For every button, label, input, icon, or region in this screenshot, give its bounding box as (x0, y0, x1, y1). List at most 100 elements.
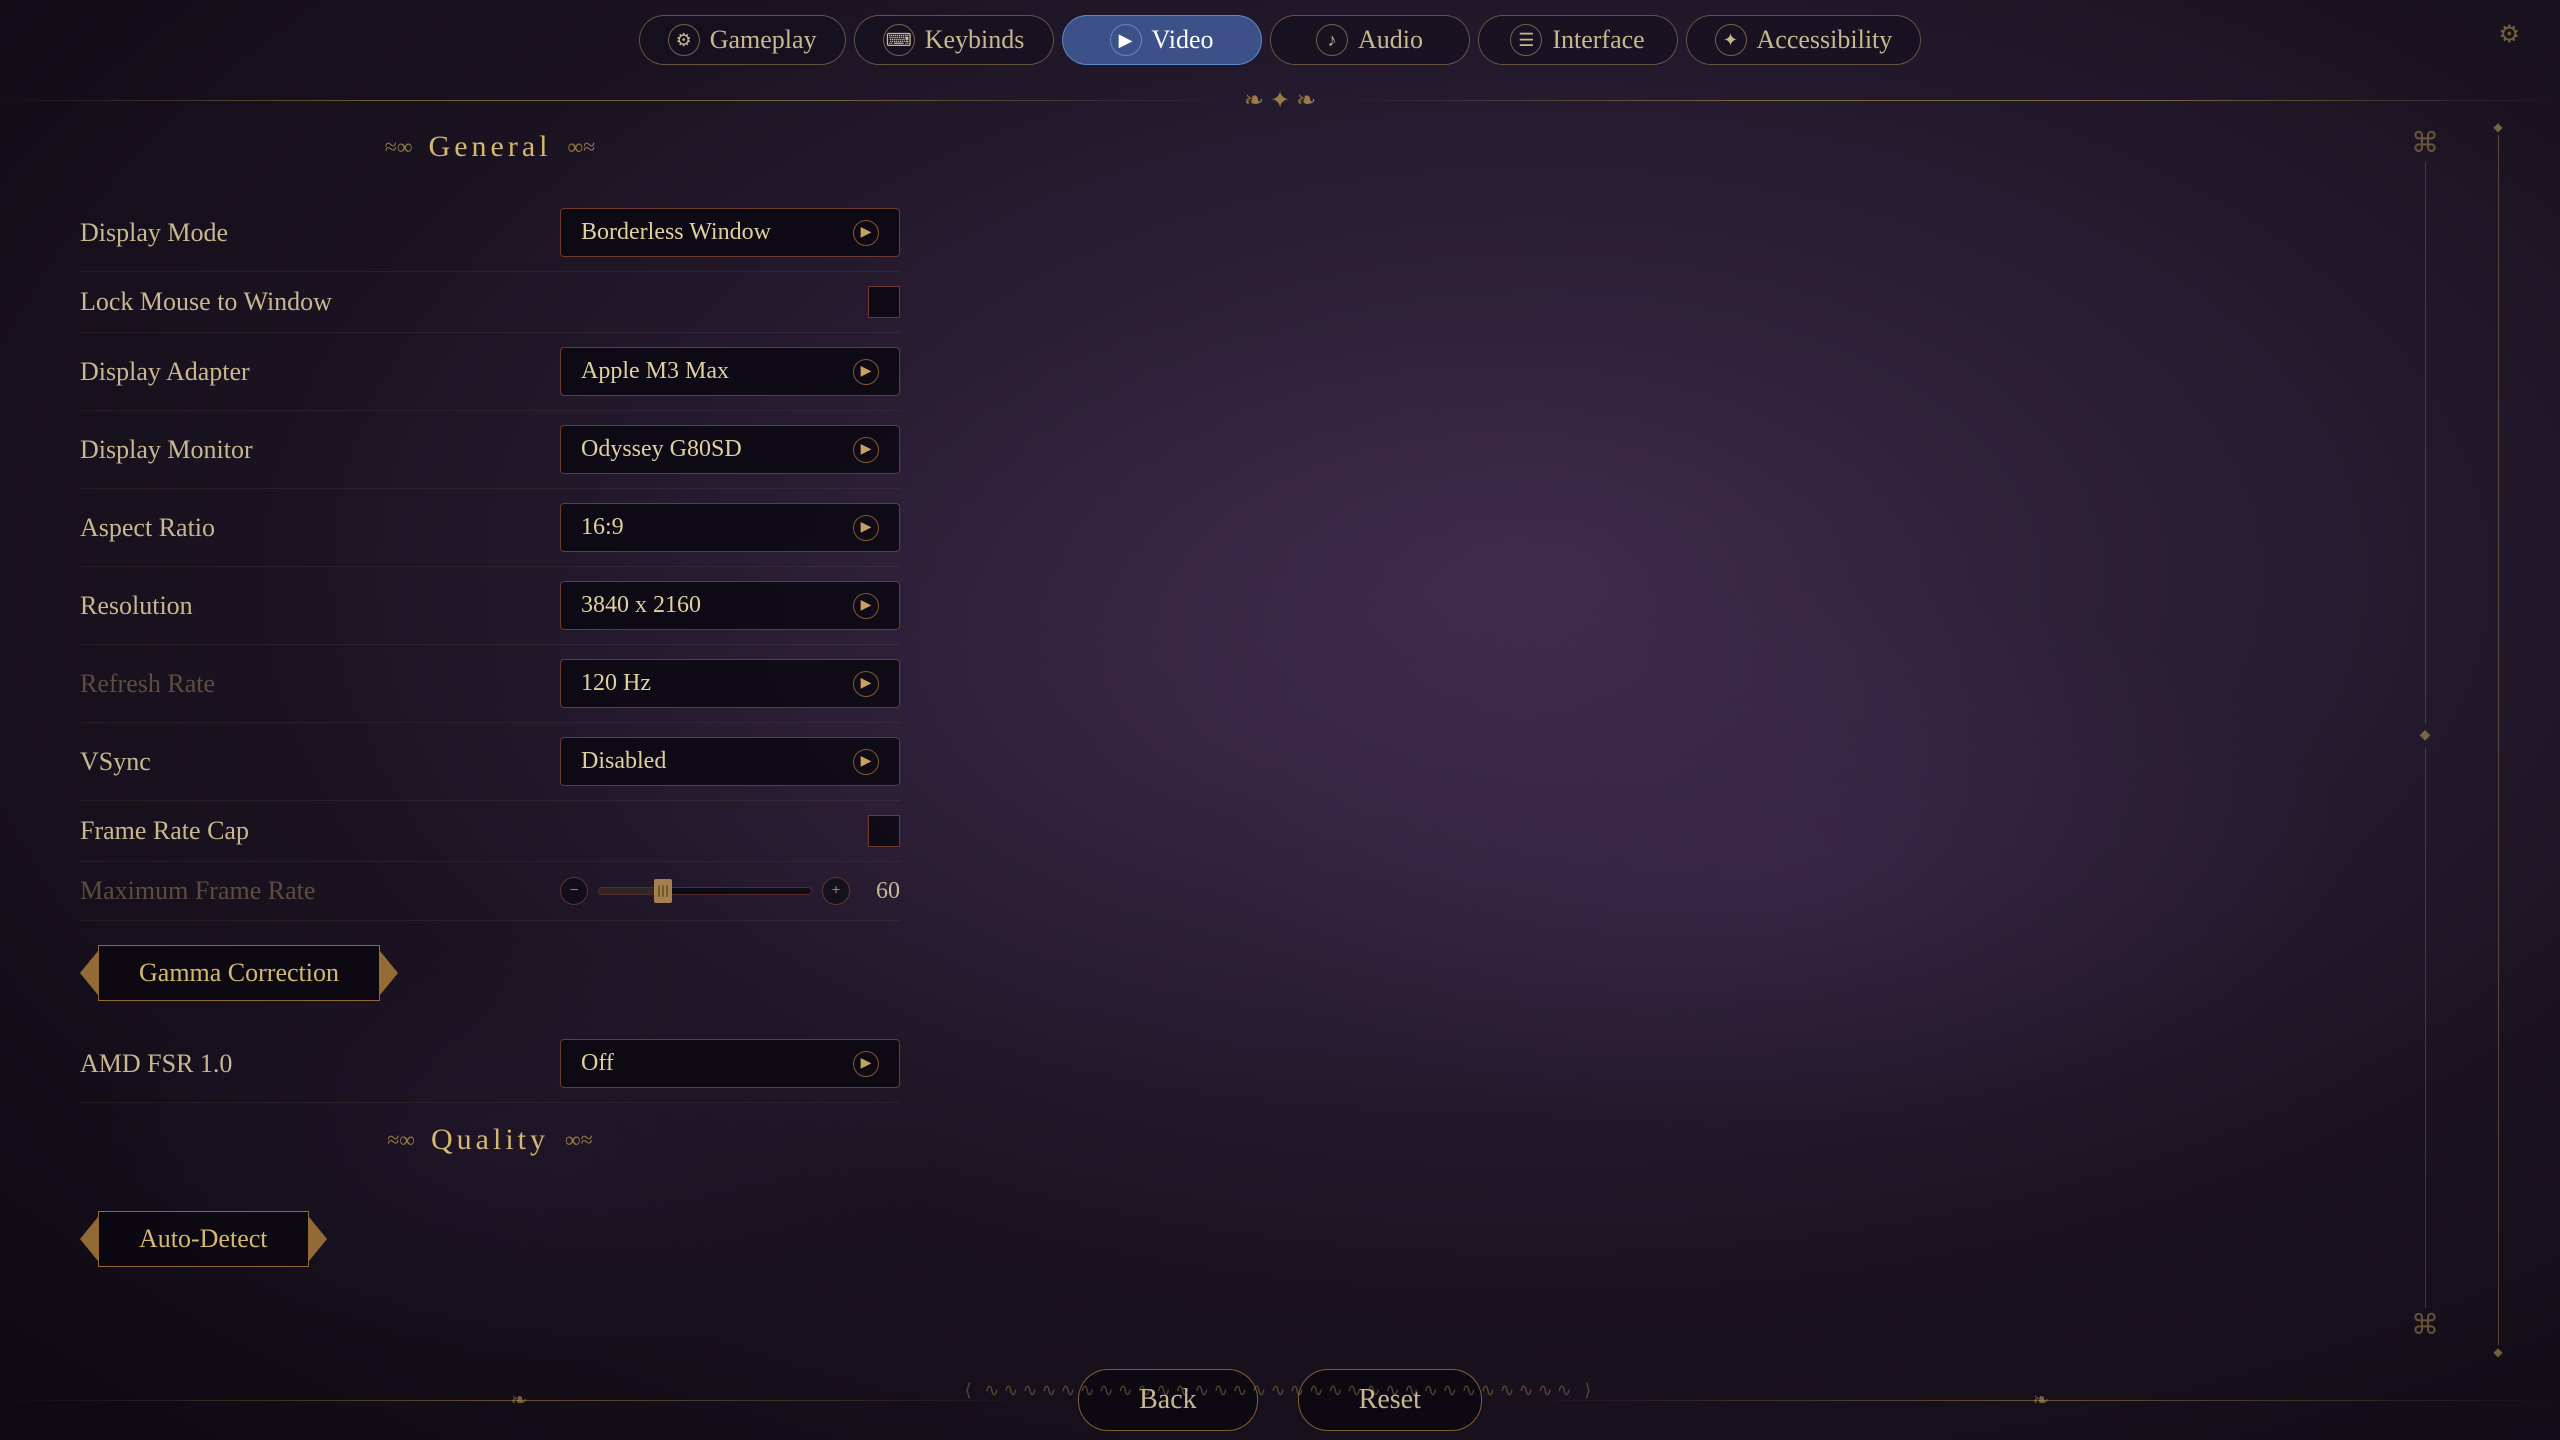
slider-line-3 (666, 885, 668, 897)
max-frame-rate-control: − + 60 (560, 877, 900, 905)
frame-rate-cap-control (560, 815, 900, 847)
display-mode-value: Borderless Window (581, 219, 771, 246)
amd-fsr-dropdown[interactable]: Off ▶ (560, 1039, 900, 1088)
vsync-control: Disabled ▶ (560, 737, 900, 786)
max-frame-rate-value: 60 (860, 878, 900, 905)
aspect-ratio-arrow: ▶ (853, 515, 879, 541)
gamma-correction-button[interactable]: Gamma Correction (98, 945, 380, 1001)
display-adapter-row: Display Adapter Apple M3 Max ▶ (80, 333, 900, 411)
separator-ornament: ❧ ✦ ❧ (1224, 86, 1336, 115)
resolution-control: 3840 x 2160 ▶ (560, 581, 900, 630)
quality-ornament-right: ∞≈ (565, 1127, 593, 1153)
ornament-diamond: ◆ (2420, 727, 2431, 744)
tab-interface[interactable]: ☰ Interface (1478, 15, 1678, 65)
slider-decrease-btn[interactable]: − (560, 877, 588, 905)
general-section-title: General (429, 130, 552, 164)
auto-detect-arrow-left (80, 1217, 98, 1261)
settings-container: ≈∞ General ∞≈ Display Mode Borderless Wi… (80, 130, 900, 1291)
refresh-rate-dropdown[interactable]: 120 Hz ▶ (560, 659, 900, 708)
resolution-dropdown[interactable]: 3840 x 2160 ▶ (560, 581, 900, 630)
amd-fsr-value: Off (581, 1050, 614, 1077)
aspect-ratio-value: 16:9 (581, 514, 624, 541)
display-monitor-row: Display Monitor Odyssey G80SD ▶ (80, 411, 900, 489)
ornament-top: ⌘ (2411, 130, 2439, 158)
resolution-arrow: ▶ (853, 593, 879, 619)
display-monitor-control: Odyssey G80SD ▶ (560, 425, 900, 474)
bottom-chain: ⟨ ∿∿∿∿∿∿∿∿∿∿∿∿∿∿∿∿∿∿∿∿∿∿∿∿∿∿∿∿∿∿∿ ⟩ (0, 1380, 2560, 1400)
gamma-correction-button-wrapper: Gamma Correction (80, 945, 398, 1001)
general-ornament-right: ∞≈ (567, 134, 595, 160)
video-icon: ▶ (1110, 24, 1142, 56)
ornament-bottom: ⌘ (2411, 1312, 2439, 1340)
ornament-line-bottom (2425, 748, 2426, 1309)
vsync-dropdown[interactable]: Disabled ▶ (560, 737, 900, 786)
aspect-ratio-label: Aspect Ratio (80, 513, 215, 543)
general-ornament-left: ≈∞ (385, 134, 413, 160)
top-separator: ❧ ✦ ❧ (0, 80, 2560, 120)
tab-video-label: Video (1152, 25, 1214, 55)
tab-accessibility[interactable]: ✦ Accessibility (1686, 15, 1922, 65)
lock-mouse-checkbox[interactable] (868, 286, 900, 318)
frame-rate-cap-label: Frame Rate Cap (80, 816, 249, 846)
slider-handle[interactable] (654, 879, 672, 903)
gamma-correction-row: Gamma Correction (80, 921, 900, 1025)
refresh-rate-control: 120 Hz ▶ (560, 659, 900, 708)
aspect-ratio-dropdown[interactable]: 16:9 ▶ (560, 503, 900, 552)
slider-handle-decoration (658, 885, 668, 897)
aspect-ratio-control: 16:9 ▶ (560, 503, 900, 552)
tab-accessibility-label: Accessibility (1757, 25, 1893, 55)
tab-gameplay[interactable]: ⚙ Gameplay (639, 15, 846, 65)
interface-icon: ☰ (1510, 24, 1542, 56)
amd-fsr-row: AMD FSR 1.0 Off ▶ (80, 1025, 900, 1103)
slider-line-2 (662, 885, 664, 897)
auto-detect-arrow-right (309, 1217, 327, 1261)
max-frame-rate-slider: − + 60 (560, 877, 900, 905)
slider-track[interactable] (598, 887, 812, 895)
display-adapter-dropdown[interactable]: Apple M3 Max ▶ (560, 347, 900, 396)
vsync-value: Disabled (581, 748, 666, 775)
tab-video[interactable]: ▶ Video (1062, 15, 1262, 65)
tab-gameplay-label: Gameplay (710, 25, 817, 55)
display-adapter-control: Apple M3 Max ▶ (560, 347, 900, 396)
vsync-row: VSync Disabled ▶ (80, 723, 900, 801)
auto-detect-row: Auto-Detect (80, 1187, 900, 1291)
ornament-line-top (2425, 162, 2426, 723)
lock-mouse-row: Lock Mouse to Window (80, 272, 900, 333)
display-monitor-label: Display Monitor (80, 435, 253, 465)
lock-mouse-label: Lock Mouse to Window (80, 287, 332, 317)
max-frame-rate-label: Maximum Frame Rate (80, 876, 315, 906)
refresh-rate-row: Refresh Rate 120 Hz ▶ (80, 645, 900, 723)
aspect-ratio-row: Aspect Ratio 16:9 ▶ (80, 489, 900, 567)
refresh-rate-arrow: ▶ (853, 671, 879, 697)
tab-keybinds[interactable]: ⌨ Keybinds (854, 15, 1054, 65)
display-mode-arrow: ▶ (853, 220, 879, 246)
gamma-btn-arrow-right (380, 951, 398, 995)
vsync-label: VSync (80, 747, 151, 777)
display-mode-dropdown[interactable]: Borderless Window ▶ (560, 208, 900, 257)
navigation-bar: ⚙ Gameplay ⌨ Keybinds ▶ Video ♪ Audio ☰ … (0, 0, 2560, 80)
tab-audio[interactable]: ♪ Audio (1270, 15, 1470, 65)
display-monitor-dropdown[interactable]: Odyssey G80SD ▶ (560, 425, 900, 474)
gameplay-icon: ⚙ (668, 24, 700, 56)
gamma-btn-arrow-left (80, 951, 98, 995)
amd-fsr-control: Off ▶ (560, 1039, 900, 1088)
vsync-arrow: ▶ (853, 749, 879, 775)
auto-detect-button[interactable]: Auto-Detect (98, 1211, 309, 1267)
frame-rate-cap-row: Frame Rate Cap (80, 801, 900, 862)
keybinds-icon: ⌨ (883, 24, 915, 56)
frame-rate-cap-checkbox[interactable] (868, 815, 900, 847)
audio-icon: ♪ (1316, 24, 1348, 56)
display-mode-label: Display Mode (80, 218, 228, 248)
max-frame-rate-row: Maximum Frame Rate − + (80, 862, 900, 921)
display-adapter-arrow: ▶ (853, 359, 879, 385)
scroll-bottom: ◆ (2493, 1345, 2502, 1360)
separator-line-left (0, 100, 1224, 101)
general-section-header: ≈∞ General ∞≈ (80, 130, 900, 164)
accessibility-icon: ✦ (1715, 24, 1747, 56)
scroll-decoration: ◆ ◆ (2496, 120, 2500, 1360)
quality-section: ≈∞ Quality ∞≈ Auto-Detect (80, 1123, 900, 1291)
tab-keybinds-label: Keybinds (925, 25, 1025, 55)
quality-ornament-left: ≈∞ (387, 1127, 415, 1153)
auto-detect-button-wrapper: Auto-Detect (80, 1211, 327, 1267)
slider-increase-btn[interactable]: + (822, 877, 850, 905)
